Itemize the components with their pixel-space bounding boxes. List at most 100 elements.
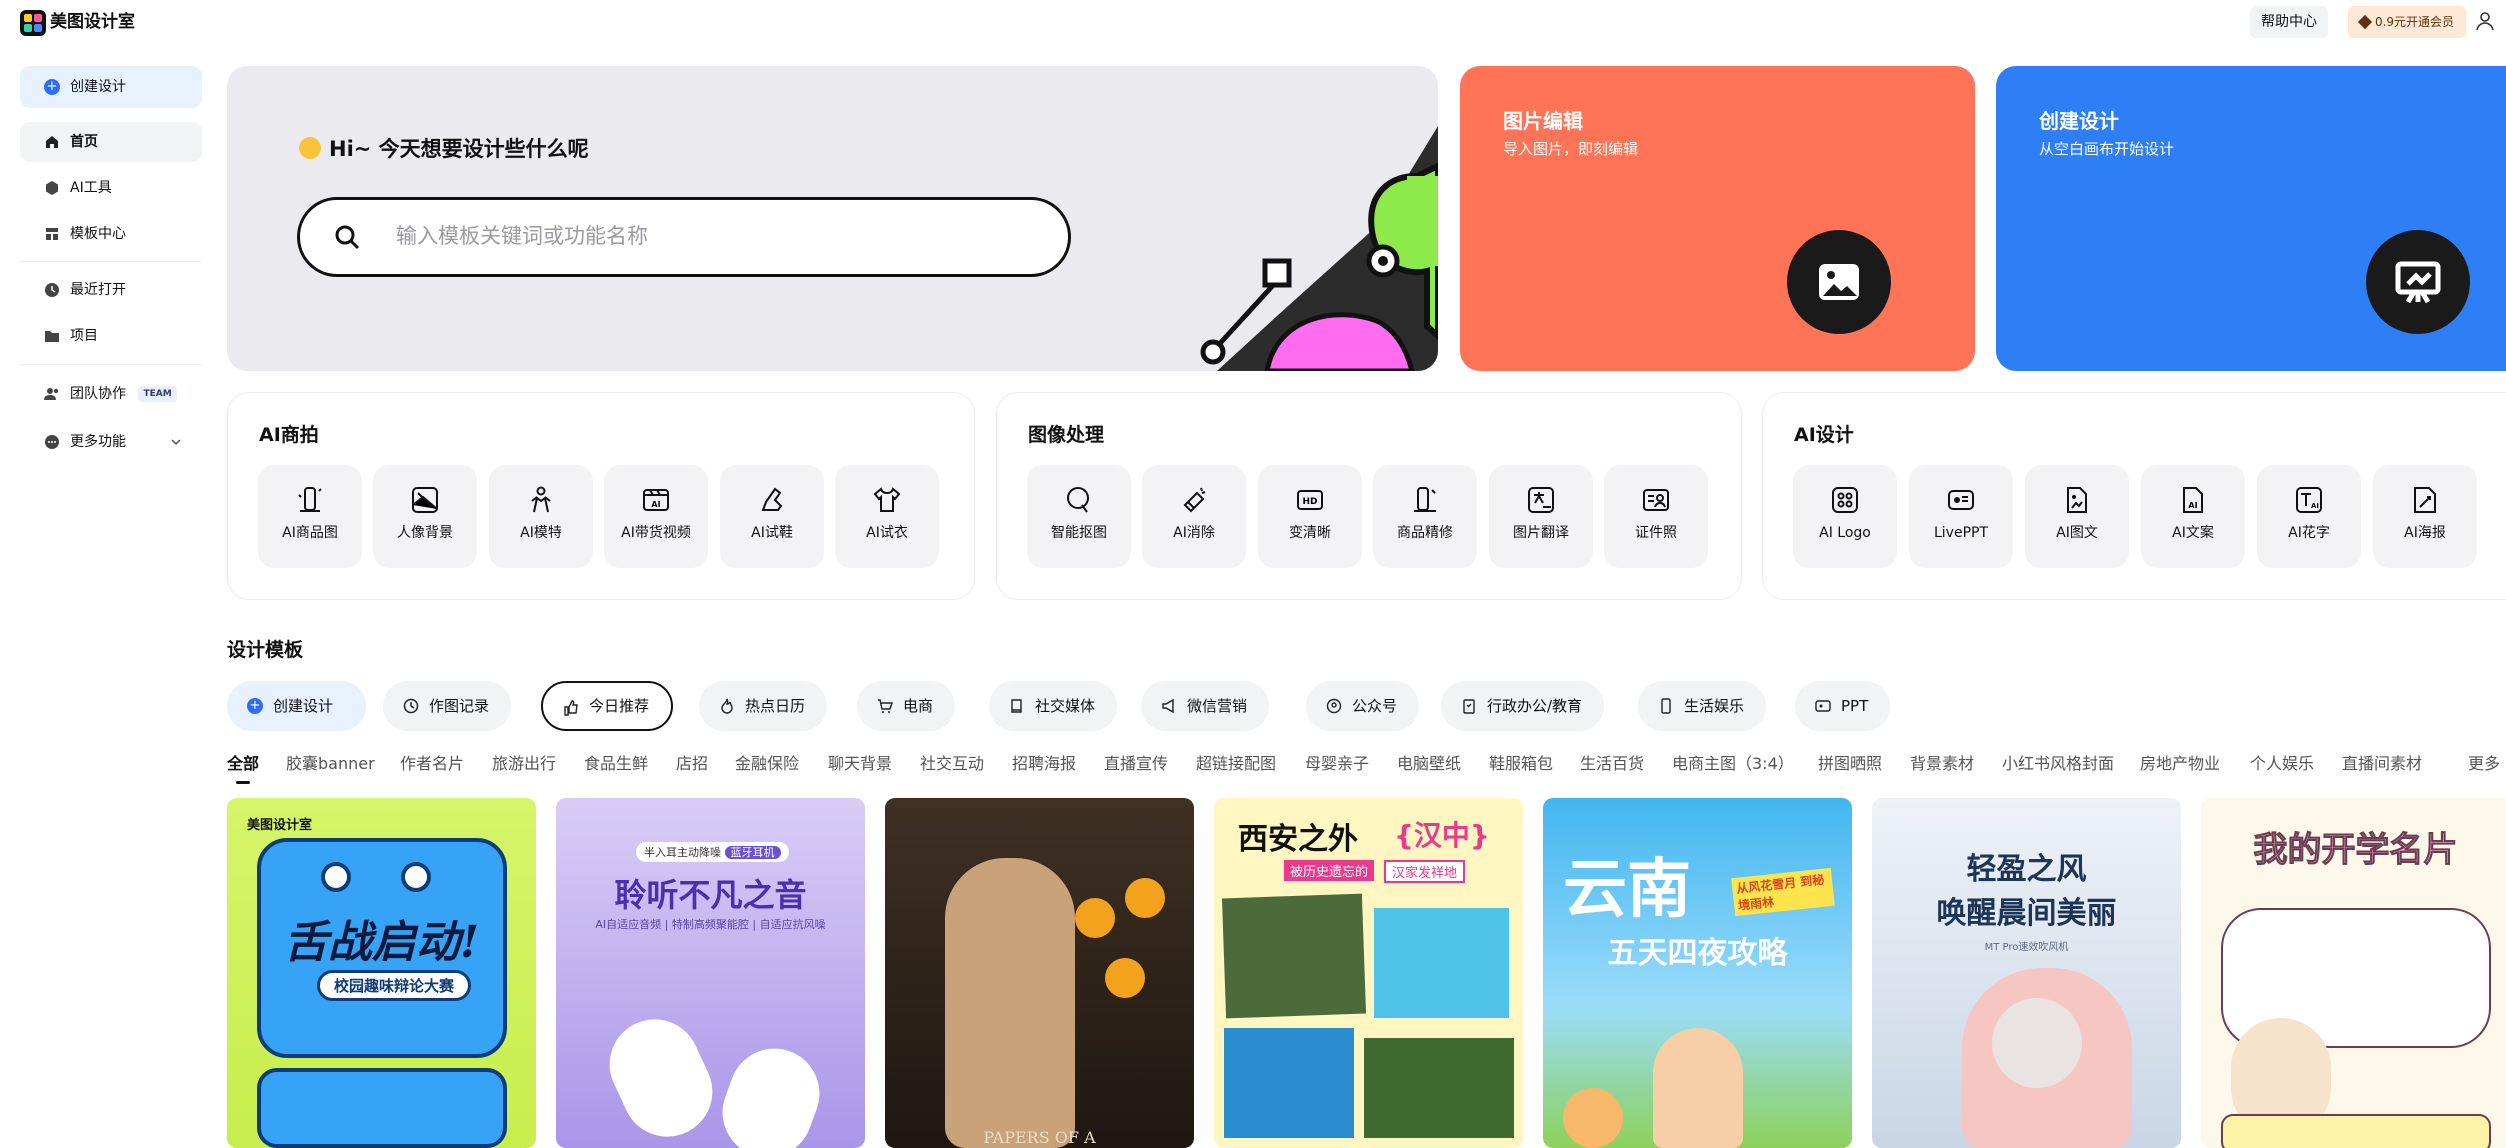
sidebar-item-home[interactable]: 首页	[20, 122, 202, 162]
thumb-tag: 从风花雪月 到秘境雨林	[1731, 867, 1835, 917]
hd-icon: HD	[1297, 490, 1323, 510]
tool-live-ppt[interactable]: LivePPT	[1909, 465, 2013, 568]
category-tab[interactable]: 生活百货	[1580, 752, 1644, 776]
template-card[interactable]: 美图设计室 舌战启动! 校园趣味辩论大赛	[227, 798, 536, 1148]
vip-button[interactable]: 0.9元开通会员	[2348, 6, 2466, 38]
sidebar-item-projects[interactable]: 项目	[20, 316, 202, 356]
chip-official-account[interactable]: 公众号	[1306, 681, 1420, 731]
sidebar-item-label: 创建设计	[70, 79, 126, 95]
create-design-card[interactable]: 创建设计 从空白画布开始设计	[1996, 66, 2506, 371]
book-icon	[1011, 699, 1022, 713]
chip-hot-calendar[interactable]: 热点日历	[699, 681, 828, 731]
template-card[interactable]: 轻盈之风 唤醒晨间美丽 MT Pro速效吹风机	[1872, 798, 2181, 1148]
template-card[interactable]: PAPERS OF A	[885, 798, 1194, 1148]
thumb-title: 我的开学名片	[2253, 830, 2458, 871]
tool-ai-fancy-text[interactable]: AI AI花字	[2257, 465, 2361, 568]
tool-label: AI试衣	[866, 525, 908, 541]
chip-wechat-marketing[interactable]: 微信营销	[1141, 681, 1270, 731]
team-badge: TEAM	[138, 386, 177, 402]
thumb-tag: 蓝牙耳机	[724, 846, 781, 859]
template-card[interactable]: 西安之外 {汉中} 被历史遗忘的 汉家发祥地	[1214, 798, 1523, 1148]
template-card[interactable]: 半入耳主动降噪 蓝牙耳机 聆听不凡之音 AI自适应音频 | 特制高频聚能腔 | …	[556, 798, 865, 1148]
sidebar-item-more[interactable]: 更多功能	[20, 422, 202, 462]
category-tab[interactable]: 直播宣传	[1104, 752, 1168, 776]
category-tab[interactable]: 胶囊banner	[286, 752, 375, 776]
category-tab[interactable]: 食品生鲜	[584, 752, 648, 776]
svg-text:AI: AI	[651, 500, 660, 509]
app-title[interactable]: 美图设计室	[50, 10, 135, 34]
tool-portrait-bg[interactable]: 人像背景	[373, 465, 477, 568]
category-tab[interactable]: 直播间素材	[2342, 752, 2422, 776]
search-input[interactable]	[396, 210, 1036, 264]
chip-label: 微信营销	[1187, 697, 1248, 715]
chip-social-media[interactable]: 社交媒体	[989, 681, 1118, 731]
template-card[interactable]: 我的开学名片	[2201, 798, 2506, 1148]
tool-id-photo[interactable]: 证件照	[1604, 465, 1708, 568]
home-icon	[46, 136, 58, 148]
category-tab[interactable]: 作者名片	[400, 752, 464, 776]
tool-ai-shoes[interactable]: AI试鞋	[720, 465, 824, 568]
tool-ai-product[interactable]: AI商品图	[258, 465, 362, 568]
tool-ai-image-text[interactable]: AI图文	[2025, 465, 2129, 568]
category-tab[interactable]: 母婴亲子	[1305, 752, 1369, 776]
help-center-button[interactable]: 帮助中心	[2250, 6, 2328, 38]
category-tab[interactable]: 店招	[676, 752, 708, 776]
girl-illustration	[1653, 1028, 1743, 1148]
chip-today[interactable]: 今日推荐	[541, 681, 674, 731]
tool-cutout[interactable]: 智能抠图	[1027, 465, 1131, 568]
category-tab[interactable]: 全部	[227, 752, 259, 776]
id-card-icon	[1643, 489, 1669, 511]
category-tab[interactable]: 电脑壁纸	[1397, 752, 1461, 776]
search-box[interactable]	[297, 197, 1071, 277]
category-tab[interactable]: 电商主图（3:4）	[1672, 752, 1794, 776]
category-tab[interactable]: 小红书风格封面	[2002, 752, 2114, 776]
sidebar-item-ai-tools[interactable]: AI工具	[20, 168, 202, 208]
template-icon	[46, 228, 58, 240]
tool-translate[interactable]: 图片翻译	[1489, 465, 1593, 568]
app-logo[interactable]	[20, 10, 46, 36]
tool-ai-logo[interactable]: AI Logo	[1793, 465, 1897, 568]
category-tab[interactable]: 超链接配图	[1196, 752, 1276, 776]
category-tab[interactable]: 房地产物业	[2140, 752, 2220, 776]
svg-text:AI: AI	[2311, 502, 2319, 510]
thumb-subtitle: 五天四夜攻略	[1607, 936, 1788, 971]
chip-lifestyle[interactable]: 生活娱乐	[1638, 681, 1767, 731]
sidebar-item-recent[interactable]: 最近打开	[20, 270, 202, 310]
category-tab[interactable]: 社交互动	[920, 752, 984, 776]
chip-label: 作图记录	[429, 697, 490, 715]
category-tab[interactable]: 招聘海报	[1012, 752, 1076, 776]
sidebar-item-templates[interactable]: 模板中心	[20, 214, 202, 254]
image-edit-button[interactable]	[1787, 230, 1891, 334]
tool-ai-poster[interactable]: AI海报	[2373, 465, 2477, 568]
category-tab[interactable]: 个人娱乐	[2250, 752, 2314, 776]
create-design-button[interactable]	[2366, 230, 2470, 334]
chip-create-design[interactable]: + 创建设计	[227, 681, 366, 731]
category-tab[interactable]: 聊天背景	[828, 752, 892, 776]
category-tab[interactable]: 拼图晒照	[1818, 752, 1882, 776]
user-icon[interactable]	[2474, 10, 2496, 32]
chip-ppt[interactable]: PPT	[1795, 681, 1891, 731]
chip-history[interactable]: 作图记录	[383, 681, 512, 731]
category-tab[interactable]: 背景素材	[1910, 752, 1974, 776]
tool-ai-model[interactable]: AI模特	[489, 465, 593, 568]
clock-icon	[45, 283, 59, 297]
image-edit-card[interactable]: 图片编辑 导入图片，即刻编辑	[1460, 66, 1975, 371]
tool-ai-clothes[interactable]: AI试衣	[835, 465, 939, 568]
sidebar-create-design[interactable]: + 创建设计	[20, 66, 202, 108]
tool-ai-erase[interactable]: AI消除	[1142, 465, 1246, 568]
tool-product-retouch[interactable]: 商品精修	[1373, 465, 1477, 568]
category-more[interactable]: 更多	[2468, 752, 2500, 776]
category-tab[interactable]: 旅游出行	[492, 752, 556, 776]
tool-ai-video[interactable]: AI AI带货视频	[604, 465, 708, 568]
canvas-easel-icon	[2395, 261, 2441, 304]
template-card[interactable]: 云南 从风花雪月 到秘境雨林 五天四夜攻略	[1543, 798, 1852, 1148]
chip-ecommerce[interactable]: 电商	[857, 681, 956, 731]
tool-label: 图片翻译	[1513, 525, 1569, 541]
sidebar-item-team[interactable]: 团队协作 TEAM	[20, 374, 202, 414]
category-tab[interactable]: 鞋服箱包	[1489, 752, 1553, 776]
tool-label: 证件照	[1635, 525, 1677, 541]
chip-office-education[interactable]: 行政办公/教育	[1441, 681, 1605, 731]
category-tab[interactable]: 金融保险	[735, 752, 799, 776]
tool-enhance[interactable]: HD 变清晰	[1258, 465, 1362, 568]
tool-ai-copywriting[interactable]: AI AI文案	[2141, 465, 2245, 568]
